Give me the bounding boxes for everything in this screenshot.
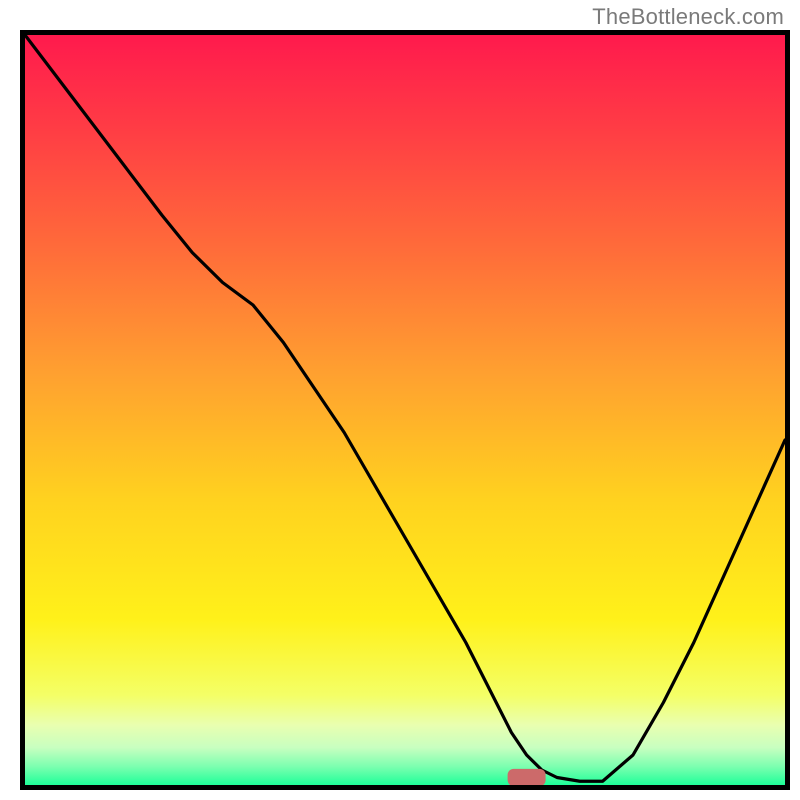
optimal-marker [25,35,785,785]
chart-root: TheBottleneck.com [0,0,800,800]
attribution-text: TheBottleneck.com [592,4,784,30]
plot-area [20,30,790,790]
